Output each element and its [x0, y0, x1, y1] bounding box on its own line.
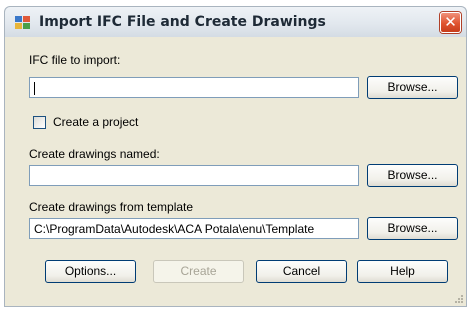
create-project-checkbox[interactable]: [33, 116, 46, 129]
create-project-label: Create a project: [53, 115, 139, 129]
dialog-title: Import IFC File and Create Drawings: [39, 14, 326, 30]
options-button[interactable]: Options...: [45, 260, 136, 283]
app-dialog-icon: [15, 16, 30, 29]
title-bar[interactable]: Import IFC File and Create Drawings ✕: [4, 6, 467, 37]
options-button-label: Options...: [64, 264, 117, 278]
help-button[interactable]: Help: [357, 260, 448, 283]
template-input[interactable]: C:\ProgramData\Autodesk\ACA Potala\enu\T…: [29, 218, 359, 239]
drawings-named-input[interactable]: [29, 165, 359, 186]
template-browse-button[interactable]: Browse...: [367, 217, 458, 240]
text-caret: [34, 81, 35, 95]
drawings-browse-button[interactable]: Browse...: [367, 164, 458, 187]
ifc-file-input[interactable]: [29, 77, 359, 98]
drawings-named-label: Create drawings named:: [29, 147, 160, 161]
template-label: Create drawings from template: [29, 200, 194, 214]
create-button[interactable]: Create: [153, 260, 244, 283]
ifc-browse-button[interactable]: Browse...: [367, 76, 458, 99]
cancel-button[interactable]: Cancel: [256, 260, 347, 283]
import-ifc-dialog: Import IFC File and Create Drawings ✕ IF…: [0, 0, 470, 309]
ifc-file-label: IFC file to import:: [29, 53, 121, 67]
resize-grip-icon[interactable]: [453, 293, 463, 303]
dialog-body: IFC file to import: Browse... Create a p…: [4, 37, 467, 307]
close-icon[interactable]: ✕: [440, 12, 461, 33]
template-value: C:\ProgramData\Autodesk\ACA Potala\enu\T…: [34, 222, 315, 236]
